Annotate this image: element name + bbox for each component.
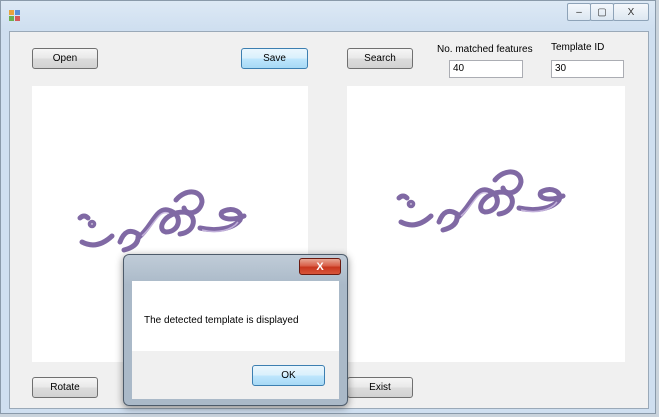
exist-button[interactable]: Exist bbox=[347, 377, 413, 398]
dialog-close-button[interactable]: X bbox=[299, 258, 341, 275]
ok-button[interactable]: OK bbox=[252, 365, 325, 386]
maximize-button[interactable]: ▢ bbox=[590, 3, 614, 21]
open-button[interactable]: Open bbox=[32, 48, 98, 69]
minimize-button[interactable]: – bbox=[567, 3, 591, 21]
save-button[interactable]: Save bbox=[241, 48, 308, 69]
close-icon: X bbox=[627, 6, 635, 18]
message-dialog: X The detected template is displayed OK bbox=[123, 254, 348, 406]
matched-features-field[interactable]: 40 bbox=[449, 60, 523, 78]
close-icon: X bbox=[316, 260, 324, 273]
app-icon bbox=[9, 10, 20, 21]
maximize-icon: ▢ bbox=[597, 6, 607, 18]
rotate-button[interactable]: Rotate bbox=[32, 377, 98, 398]
close-button[interactable]: X bbox=[613, 3, 649, 21]
matched-features-label: No. matched features bbox=[437, 44, 533, 55]
minimize-icon: – bbox=[576, 6, 582, 18]
template-signature-image bbox=[396, 169, 566, 233]
window-controls: – ▢ X bbox=[567, 3, 649, 21]
dialog-message: The detected template is displayed bbox=[144, 315, 299, 326]
input-signature-image bbox=[77, 189, 247, 253]
template-image-panel bbox=[347, 86, 625, 362]
template-id-field[interactable]: 30 bbox=[551, 60, 624, 78]
dialog-message-area: The detected template is displayed bbox=[132, 281, 339, 351]
template-id-label: Template ID bbox=[551, 42, 605, 53]
dialog-button-bar: OK bbox=[132, 351, 339, 399]
search-button[interactable]: Search bbox=[347, 48, 413, 69]
